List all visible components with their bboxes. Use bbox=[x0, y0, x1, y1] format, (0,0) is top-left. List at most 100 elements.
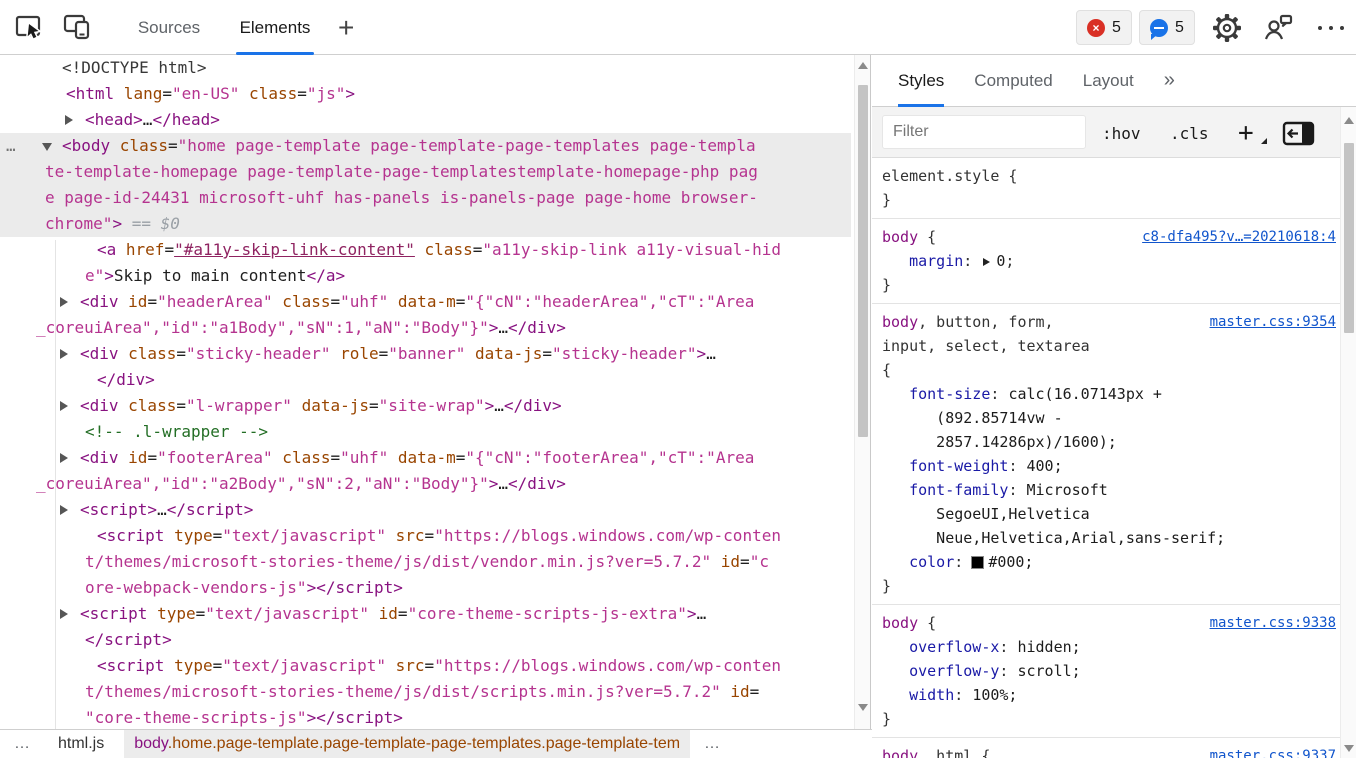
dom-line[interactable]: <div id="footerArea" class="uhf" data-m=… bbox=[0, 445, 851, 471]
toggle-sidebar-button[interactable] bbox=[1282, 119, 1316, 147]
settings-button[interactable] bbox=[1212, 13, 1242, 43]
stylesheet-source-link[interactable]: master.css:9354 bbox=[1210, 310, 1336, 334]
device-emulation-button[interactable] bbox=[62, 12, 94, 42]
dom-line[interactable]: <script type="text/javascript" src="http… bbox=[0, 523, 851, 549]
scroll-down-arrow-icon[interactable] bbox=[1344, 745, 1354, 752]
breadcrumb-more-button[interactable]: … bbox=[690, 735, 736, 753]
css-token: margin bbox=[882, 252, 963, 270]
code-token: > bbox=[112, 214, 122, 233]
code-token: </head> bbox=[152, 110, 219, 129]
dom-line[interactable]: <script type="text/javascript" src="http… bbox=[0, 653, 851, 679]
code-token: "l-wrapper" bbox=[186, 396, 292, 415]
css-token: SegoeUI,Helvetica bbox=[882, 505, 1090, 523]
dom-line[interactable]: _coreuiArea","id":"a2Body","sN":2,"aN":"… bbox=[0, 471, 851, 497]
code-token: == $0 bbox=[122, 214, 180, 233]
dom-line[interactable]: <head>…</head> bbox=[0, 107, 851, 133]
code-token: … bbox=[697, 604, 707, 623]
dom-line[interactable]: <a href="#a11y-skip-link-content" class=… bbox=[0, 237, 851, 263]
error-count: 5 bbox=[1112, 19, 1121, 37]
tab-sources[interactable]: Sources bbox=[128, 0, 210, 55]
scrollbar-thumb[interactable] bbox=[1344, 143, 1354, 333]
css-token: calc(16.07143px + bbox=[1008, 385, 1162, 403]
console-message-badge[interactable]: 5 bbox=[1139, 10, 1195, 45]
tab-computed[interactable]: Computed bbox=[974, 55, 1052, 107]
dom-line[interactable]: </div> bbox=[0, 367, 851, 393]
dom-tree-scrollbar[interactable] bbox=[854, 55, 871, 729]
expand-arrow-icon[interactable] bbox=[60, 609, 68, 619]
breadcrumb-item-body[interactable]: body.home.page-template.page-template-pa… bbox=[124, 730, 690, 758]
dom-line[interactable]: chrome"> == $0 bbox=[0, 211, 851, 237]
stylesheet-source-link[interactable]: master.css:9338 bbox=[1210, 611, 1336, 635]
dom-line[interactable]: <div id="headerArea" class="uhf" data-m=… bbox=[0, 289, 851, 315]
dom-line[interactable]: _coreuiArea","id":"a1Body","sN":1,"aN":"… bbox=[0, 315, 851, 341]
stylesheet-source-link[interactable]: master.css:9337 bbox=[1210, 744, 1336, 758]
code-token: ></script> bbox=[307, 578, 403, 597]
scrollbar-thumb[interactable] bbox=[858, 85, 868, 437]
new-tab-button[interactable]: + bbox=[338, 0, 354, 55]
dom-line[interactable]: <script type="text/javascript" id="core-… bbox=[0, 601, 851, 627]
breadcrumb-item-html[interactable]: html.js bbox=[46, 735, 116, 753]
dom-line[interactable]: <div class="l-wrapper" data-js="site-wra… bbox=[0, 393, 851, 419]
toggle-element-class-button[interactable]: .cls bbox=[1164, 107, 1215, 158]
dom-line[interactable]: <html lang="en-US" class="js"> bbox=[0, 81, 851, 107]
error-badge[interactable]: × 5 bbox=[1076, 10, 1132, 45]
dom-line[interactable]: t/themes/microsoft-stories-theme/js/dist… bbox=[0, 679, 851, 705]
dom-line[interactable]: <script>…</script> bbox=[0, 497, 851, 523]
code-token: type bbox=[164, 656, 212, 675]
code-token: "js" bbox=[307, 84, 346, 103]
more-tabs-chevron-icon[interactable]: » bbox=[1164, 69, 1175, 92]
node-gutter-ellipsis[interactable]: … bbox=[6, 133, 16, 159]
css-rule[interactable]: c8-dfa495?v…=20210618:4body { margin: 0;… bbox=[872, 219, 1340, 304]
code-token: _coreuiArea","id":"a1Body","sN":1,"aN":"… bbox=[36, 318, 489, 337]
dom-line[interactable]: <div class="sticky-header" role="banner"… bbox=[0, 341, 851, 367]
new-style-rule-button[interactable]: + bbox=[1232, 107, 1260, 158]
dom-line[interactable]: te-template-homepage page-template-page-… bbox=[0, 159, 851, 185]
dom-line[interactable]: "core-theme-scripts-js"></script> bbox=[0, 705, 851, 729]
css-rule[interactable]: element.style {} bbox=[872, 158, 1340, 219]
code-token: <div bbox=[80, 344, 119, 363]
css-token: { bbox=[972, 747, 990, 758]
error-icon: × bbox=[1087, 19, 1105, 37]
expand-arrow-icon[interactable] bbox=[60, 505, 68, 515]
dom-line[interactable]: <!DOCTYPE html> bbox=[0, 55, 851, 81]
expand-arrow-icon[interactable] bbox=[60, 401, 68, 411]
css-rule[interactable]: master.css:9354body, button, form,input,… bbox=[872, 304, 1340, 605]
css-rule[interactable]: master.css:9338body { overflow-x: hidden… bbox=[872, 605, 1340, 738]
expand-property-arrow-icon[interactable] bbox=[983, 258, 990, 266]
more-options-button[interactable] bbox=[1314, 13, 1348, 43]
css-token: } bbox=[882, 710, 891, 728]
dom-line[interactable]: t/themes/microsoft-stories-theme/js/dist… bbox=[0, 549, 851, 575]
dom-line[interactable]: e">Skip to main content</a> bbox=[0, 263, 851, 289]
tab-elements-label: Elements bbox=[240, 18, 311, 37]
code-token: class bbox=[119, 396, 177, 415]
dom-line[interactable]: e page-id-24431 microsoft-uhf has-panels… bbox=[0, 185, 851, 211]
expand-arrow-icon[interactable] bbox=[60, 349, 68, 359]
code-token: … bbox=[494, 396, 504, 415]
code-token: "site-wrap" bbox=[379, 396, 485, 415]
scroll-up-arrow-icon[interactable] bbox=[1344, 117, 1354, 124]
code-token: class bbox=[119, 344, 177, 363]
expand-arrow-icon[interactable] bbox=[65, 115, 73, 125]
css-rule[interactable]: master.css:9337body, html { bbox=[872, 738, 1340, 758]
scroll-down-arrow-icon[interactable] bbox=[858, 704, 868, 711]
dom-line[interactable]: <!-- .l-wrapper --> bbox=[0, 419, 851, 445]
breadcrumb-overflow-button[interactable]: … bbox=[0, 735, 46, 753]
expand-arrow-icon[interactable] bbox=[60, 297, 68, 307]
filter-input[interactable] bbox=[882, 115, 1086, 149]
dom-line[interactable]: ore-webpack-vendors-js"></script> bbox=[0, 575, 851, 601]
scroll-up-arrow-icon[interactable] bbox=[858, 62, 868, 69]
toggle-pseudo-state-button[interactable]: :hov bbox=[1096, 107, 1147, 158]
tab-layout[interactable]: Layout bbox=[1083, 55, 1134, 107]
dom-line[interactable]: </script> bbox=[0, 627, 851, 653]
collapse-arrow-icon[interactable] bbox=[42, 143, 52, 151]
color-swatch[interactable] bbox=[972, 557, 983, 568]
stylesheet-source-link[interactable]: c8-dfa495?v…=20210618:4 bbox=[1142, 225, 1336, 249]
inspect-element-button[interactable] bbox=[14, 12, 44, 42]
feedback-button[interactable] bbox=[1263, 13, 1295, 43]
tab-styles[interactable]: Styles bbox=[898, 55, 944, 107]
tab-elements[interactable]: Elements bbox=[230, 0, 320, 55]
code-token: = bbox=[398, 604, 408, 623]
expand-arrow-icon[interactable] bbox=[60, 453, 68, 463]
styles-scrollbar[interactable] bbox=[1340, 107, 1356, 758]
dom-line[interactable]: …<body class="home page-template page-te… bbox=[0, 133, 851, 159]
